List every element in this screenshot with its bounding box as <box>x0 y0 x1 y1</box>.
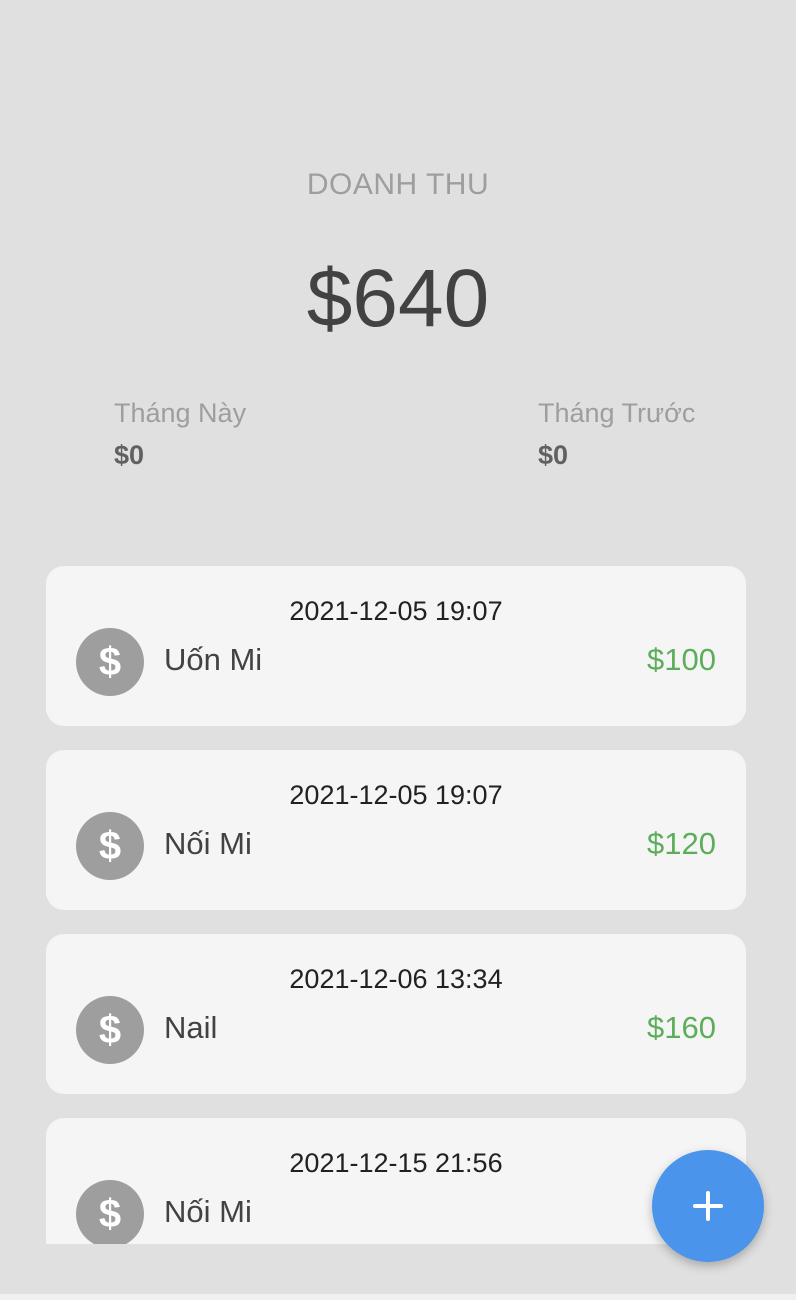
transaction-name: Uốn Mi <box>164 642 263 677</box>
transaction-date: 2021-12-06 13:34 <box>289 964 503 994</box>
transaction-card[interactable]: 2021-12-05 19:07 $ Uốn Mi $100 <box>46 566 746 726</box>
stat-last-month-value: $0 <box>538 440 569 470</box>
transaction-list[interactable]: 2021-12-05 19:07 $ Uốn Mi $100 2021-12-0… <box>46 566 746 1244</box>
dollar-icon: $ <box>76 812 144 880</box>
total-revenue: $640 <box>306 253 490 344</box>
dollar-icon: $ <box>76 1180 144 1244</box>
transaction-amount: $120 <box>647 826 716 861</box>
revenue-title: DOANH THU <box>306 168 490 201</box>
transaction-name: Nail <box>164 1010 218 1045</box>
stat-this-month: Tháng Này $0 <box>114 396 246 472</box>
transaction-date: 2021-12-05 19:07 <box>289 596 503 626</box>
bottom-divider <box>0 1294 796 1300</box>
transaction-amount: $160 <box>647 1010 716 1045</box>
revenue-screen: DOANH THU $640 Tháng Này $0 Tháng Trước … <box>0 0 796 1300</box>
stat-this-month-value: $0 <box>114 440 145 470</box>
transaction-amount: $100 <box>647 642 716 677</box>
transaction-name: Nối Mi <box>164 1194 252 1229</box>
transaction-date: 2021-12-05 19:07 <box>289 780 503 810</box>
stat-last-month-label: Tháng Trước <box>538 398 696 428</box>
transaction-card[interactable]: 2021-12-15 21:56 $ Nối Mi $ <box>46 1118 746 1244</box>
stat-this-month-label: Tháng Này <box>114 398 247 428</box>
add-transaction-button[interactable] <box>652 1150 764 1262</box>
transaction-card[interactable]: 2021-12-06 13:34 $ Nail $160 <box>46 934 746 1094</box>
transaction-card[interactable]: 2021-12-05 19:07 $ Nối Mi $120 <box>46 750 746 910</box>
transaction-date: 2021-12-15 21:56 <box>289 1148 503 1178</box>
dollar-icon: $ <box>76 996 144 1064</box>
transaction-name: Nối Mi <box>164 826 252 861</box>
dollar-icon: $ <box>76 628 144 696</box>
stat-last-month: Tháng Trước $0 <box>538 396 695 472</box>
